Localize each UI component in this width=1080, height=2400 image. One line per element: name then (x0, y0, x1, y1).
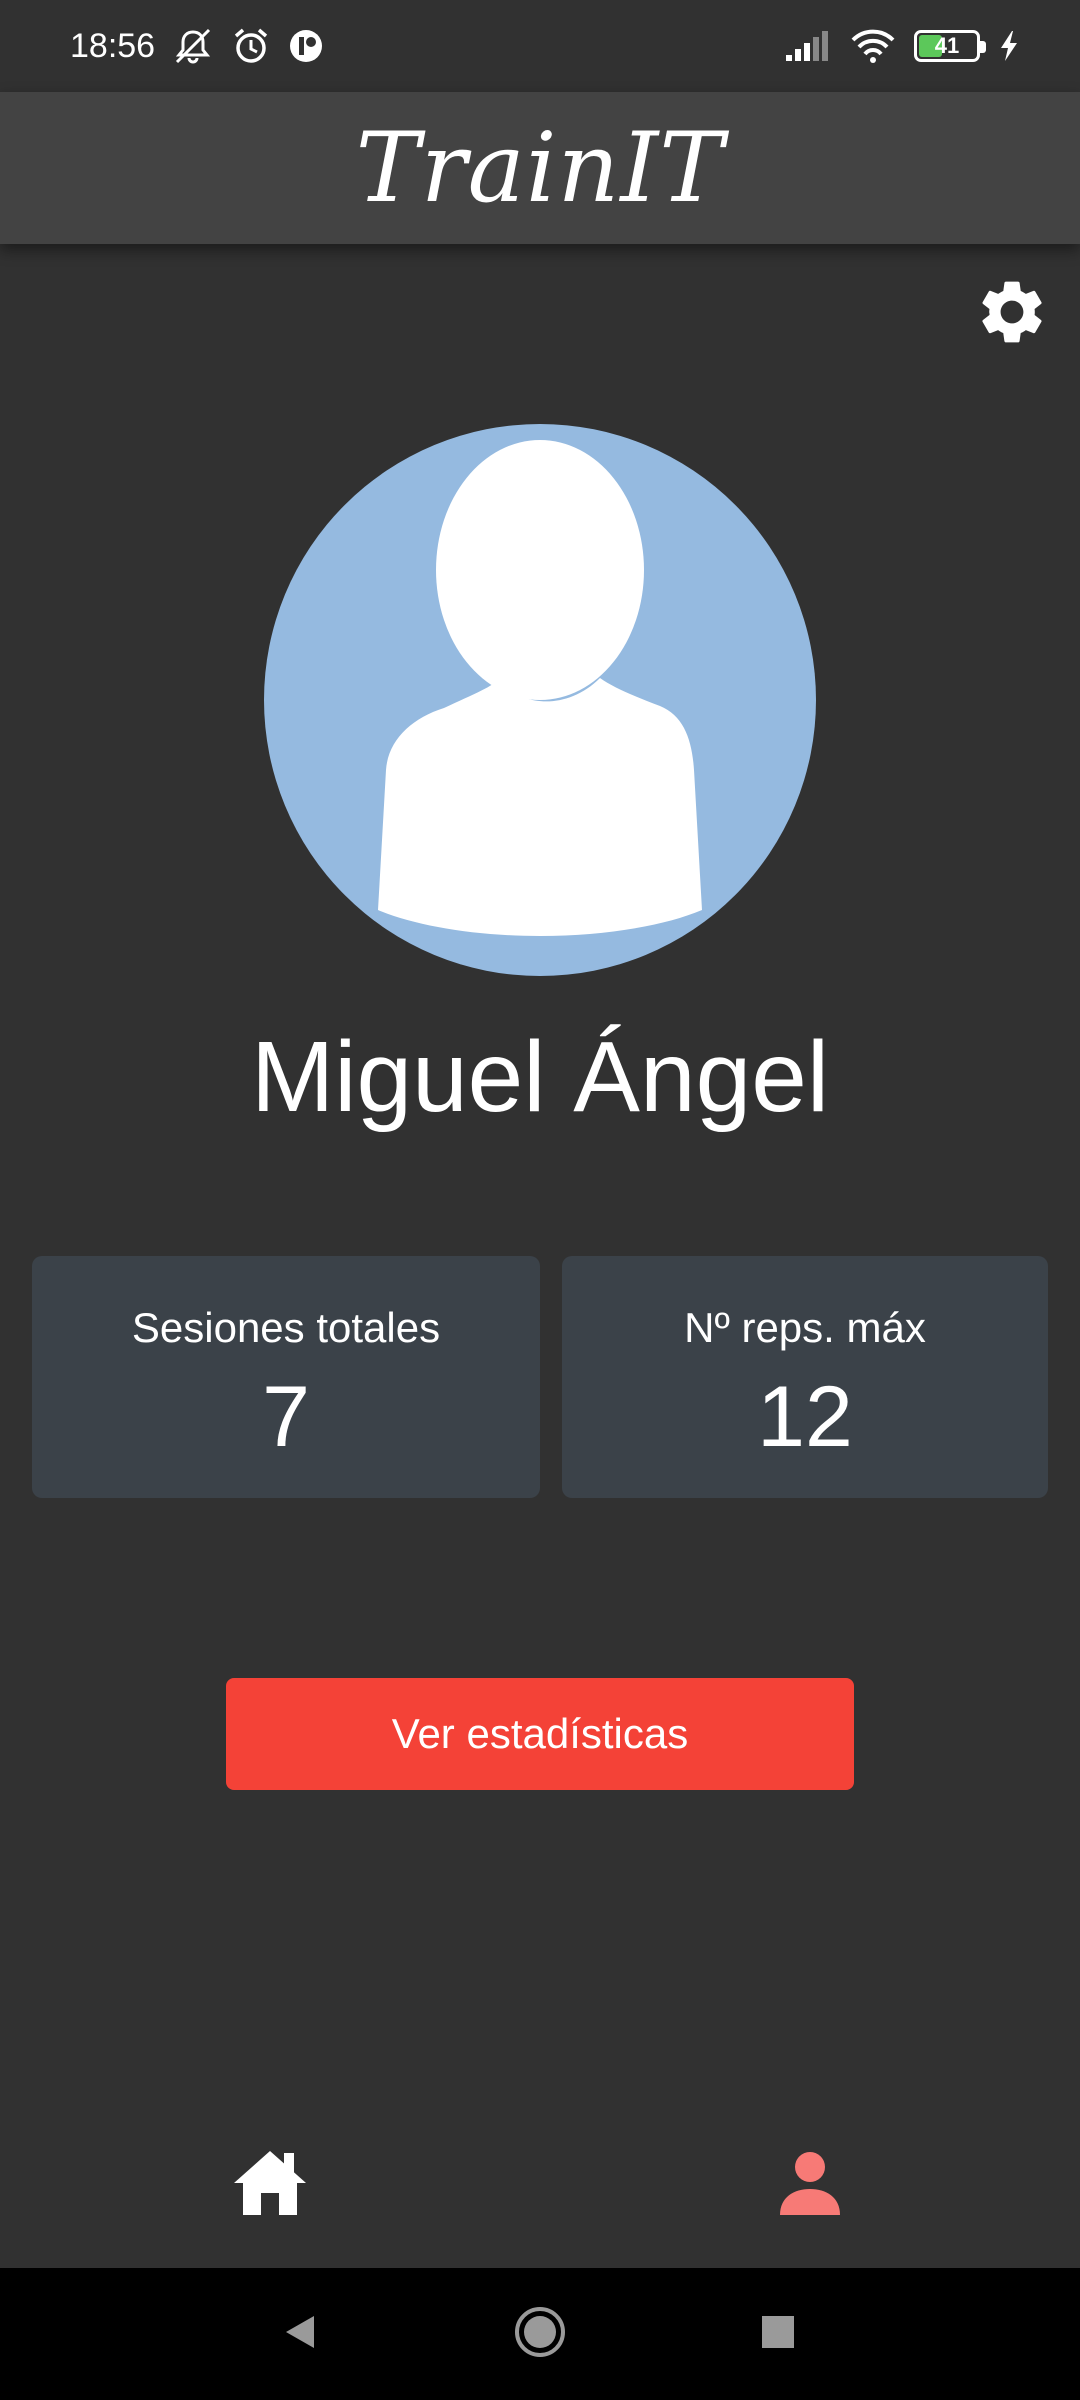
status-time: 18:56 (70, 26, 156, 65)
bottom-navigation (0, 2100, 1080, 2268)
status-left: 18:56 (70, 26, 325, 66)
profile-screen: 18:56 41 TrainIT Miguel Ángel Sesiones t… (0, 0, 1080, 2400)
battery-level: 41 (934, 33, 960, 58)
home-icon (230, 2147, 310, 2224)
charging-icon (998, 29, 1020, 63)
nav-profile[interactable] (760, 2140, 860, 2230)
notifications-off-icon (171, 26, 215, 66)
wifi-icon (850, 28, 896, 64)
stat-card-total-sessions: Sesiones totales 7 (32, 1256, 540, 1498)
status-bar: 18:56 41 (0, 0, 1080, 92)
stat-value: 7 (262, 1369, 310, 1465)
system-recents-button[interactable] (748, 2304, 808, 2364)
gear-icon (974, 274, 1050, 355)
settings-button[interactable] (970, 272, 1054, 356)
avatar (264, 424, 816, 976)
signal-icon (784, 29, 832, 63)
status-right: 41 (784, 28, 1020, 64)
app-notification-icon (287, 27, 325, 65)
stat-value: 12 (757, 1369, 853, 1465)
app-bar: TrainIT (0, 92, 1080, 244)
system-navigation-bar (0, 2268, 1080, 2400)
stat-label: Sesiones totales (131, 1304, 441, 1351)
back-triangle-icon (280, 2312, 320, 2357)
person-icon (776, 2149, 844, 2222)
nav-home[interactable] (220, 2140, 320, 2230)
system-back-button[interactable] (270, 2304, 330, 2364)
home-circle-icon (513, 2305, 567, 2364)
recents-square-icon (760, 2314, 796, 2355)
battery-nub (980, 41, 986, 53)
app-title: TrainIT (355, 112, 725, 224)
stat-card-max-reps: Nº reps. máx 12 (562, 1256, 1048, 1498)
user-name: Miguel Ángel (250, 1021, 830, 1133)
alarm-icon (231, 26, 271, 66)
battery-icon: 41 (914, 30, 986, 62)
default-user-avatar-icon (378, 440, 702, 936)
view-statistics-button[interactable]: Ver estadísticas (226, 1678, 854, 1790)
stat-label: Nº reps. máx (684, 1304, 926, 1351)
system-home-button[interactable] (510, 2304, 570, 2364)
